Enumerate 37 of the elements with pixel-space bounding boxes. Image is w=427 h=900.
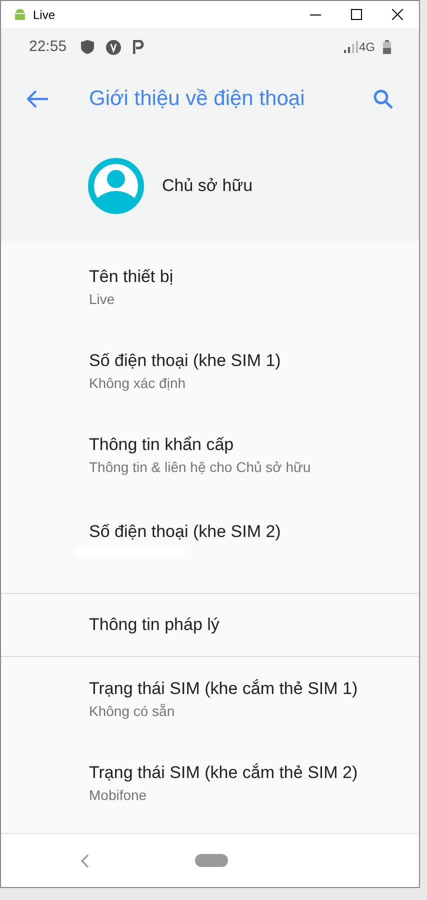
item-subtitle: Thông tin & liên hệ cho Chủ sở hữu [89,458,312,477]
close-icon[interactable] [392,9,403,20]
item-title: Tên thiết bị [89,266,174,288]
item-title: Thông tin pháp lý [89,614,220,636]
item-subtitle: Live [89,290,116,309]
settings-item[interactable]: Trạng thái SIM (khe cắm thẻ SIM 2) Mobifone [1,741,419,825]
avatar-icon [88,158,144,214]
maximize-icon[interactable] [351,9,362,20]
android-icon [13,8,27,22]
status-time: 22:55 [29,36,67,57]
battery-icon [383,40,391,54]
signal-icon [344,41,358,53]
settings-item[interactable]: Thông tin pháp lý [1,594,419,656]
owner-name: Chủ sở hữu [162,175,253,198]
item-title: Thông tin khẩn cấp [89,434,235,456]
item-title: Số điện thoại (khe SIM 1) [89,350,282,372]
toolbar-title: Giới thiệu về điện thoại [89,86,305,112]
search-icon[interactable] [373,88,393,108]
home-pill[interactable] [195,854,228,867]
settings-item[interactable]: Trạng thái SIM (khe cắm thẻ SIM 1) Không có sẵn [1,657,419,741]
parking-icon [132,40,144,54]
settings-item[interactable]: Thông tin khẩn cấp Thông tin & liên hệ cho Chủ sở hữu [1,413,419,497]
item-title: Trạng thái SIM (khe cắm thẻ SIM 1) [89,678,359,700]
settings-item[interactable]: Số điện thoại (khe SIM 1) Không xác định [1,329,419,413]
back-icon[interactable] [81,854,89,868]
item-title: Trạng thái SIM (khe cắm thẻ SIM 2) [89,762,359,784]
network-type: 4G [358,39,375,56]
back-arrow-icon[interactable] [27,90,49,108]
item-subtitle: Mobifone [89,786,148,805]
window-title: Live [33,6,56,24]
leaf-badge-icon [106,40,121,54]
settings-item[interactable]: Tên thiết bị Live [1,245,419,329]
item-title: Số điện thoại (khe SIM 2) [89,521,282,543]
owner-header[interactable]: Chủ sở hữu [1,131,419,241]
item-subtitle: Không xác định [89,374,187,393]
shield-icon [80,40,94,54]
item-subtitle: Không có sẵn [89,702,176,721]
